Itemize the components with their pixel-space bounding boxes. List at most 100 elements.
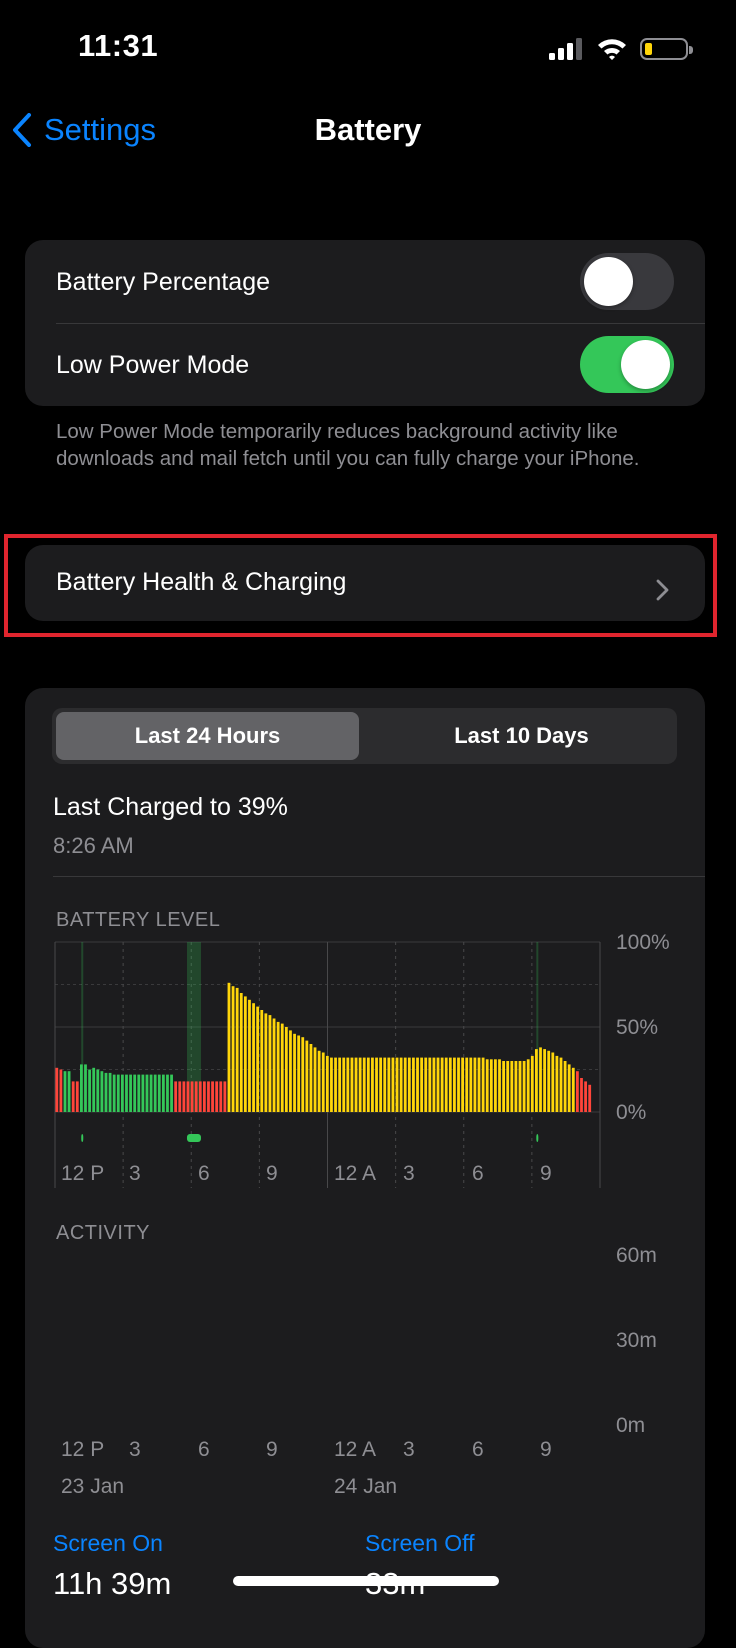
battery-level-bar bbox=[535, 1049, 538, 1112]
screen-on-label: Screen On bbox=[53, 1530, 163, 1556]
battery-level-bar bbox=[448, 1057, 452, 1112]
activity-x-tick: 9 bbox=[540, 1438, 552, 1461]
battery-level-bar bbox=[588, 1084, 592, 1112]
battery-level-bar bbox=[96, 1069, 100, 1112]
battery-level-bar bbox=[125, 1074, 128, 1112]
battery-level-bar bbox=[260, 1010, 264, 1112]
battery-level-bar bbox=[383, 1057, 387, 1112]
battery-level-bar bbox=[334, 1057, 337, 1112]
battery-level-bar bbox=[116, 1074, 120, 1112]
battery-level-bar bbox=[161, 1074, 165, 1112]
activity-x-tick: 3 bbox=[403, 1438, 415, 1461]
battery-level-bar bbox=[338, 1057, 342, 1112]
charging-marker bbox=[536, 1134, 539, 1142]
battery-level-bar bbox=[67, 1071, 71, 1112]
battery-level-bar bbox=[231, 986, 235, 1112]
battery-level-bar bbox=[79, 1064, 83, 1112]
battery-level-bar bbox=[412, 1057, 415, 1112]
battery-level-bar bbox=[576, 1071, 579, 1112]
activity-x-tick: 12 A bbox=[334, 1438, 377, 1461]
battery-level-bar bbox=[420, 1057, 424, 1112]
battery-level-bar bbox=[403, 1057, 407, 1112]
battery-level-bar bbox=[473, 1057, 477, 1112]
battery-level-bar bbox=[104, 1072, 108, 1112]
home-indicator bbox=[233, 1576, 499, 1586]
battery-level-bar bbox=[182, 1081, 186, 1112]
battery-level-bar bbox=[280, 1023, 284, 1112]
battery-y-label-0: 0% bbox=[616, 1101, 647, 1124]
battery-level-bar bbox=[547, 1050, 551, 1112]
battery-level-bar bbox=[580, 1078, 583, 1112]
battery-level-bar bbox=[366, 1057, 370, 1112]
activity-x-tick: 12 P bbox=[61, 1438, 105, 1461]
battery-level-bar bbox=[305, 1040, 309, 1112]
battery-level-bar bbox=[219, 1081, 223, 1112]
activity-date-label: 24 Jan bbox=[334, 1475, 398, 1498]
battery-level-bar bbox=[141, 1074, 145, 1112]
battery-level-bar bbox=[444, 1057, 448, 1112]
charging-marker bbox=[186, 1134, 201, 1142]
battery-y-label-50: 50% bbox=[616, 1016, 659, 1039]
battery-level-bar bbox=[202, 1081, 206, 1112]
battery-level-bar bbox=[71, 1081, 75, 1112]
battery-level-bar bbox=[63, 1071, 67, 1112]
battery-level-bar bbox=[198, 1081, 202, 1112]
battery-level-bar bbox=[453, 1057, 456, 1112]
screen-on-value: 11h 39m bbox=[53, 1566, 172, 1601]
battery-level-bar bbox=[223, 1081, 227, 1112]
battery-level-bar bbox=[84, 1064, 87, 1112]
battery-level-bar bbox=[506, 1061, 510, 1112]
battery-level-bar bbox=[272, 1018, 276, 1112]
battery-level-bar bbox=[563, 1061, 567, 1112]
battery-level-bar bbox=[186, 1081, 190, 1112]
battery-level-bar bbox=[149, 1074, 153, 1112]
battery-level-bar bbox=[375, 1057, 378, 1112]
battery-level-bar bbox=[342, 1057, 346, 1112]
battery-level-bar bbox=[358, 1057, 362, 1112]
battery-level-bar bbox=[227, 982, 231, 1112]
battery-level-bar bbox=[346, 1057, 350, 1112]
battery-level-bar bbox=[289, 1030, 292, 1112]
battery-level-bar bbox=[88, 1069, 91, 1112]
battery-level-bar bbox=[391, 1057, 395, 1112]
battery-level-bar bbox=[362, 1057, 366, 1112]
battery-level-bar bbox=[354, 1057, 358, 1112]
battery-level-bar bbox=[399, 1057, 403, 1112]
battery-level-bar bbox=[350, 1057, 354, 1112]
activity-date-label: 23 Jan bbox=[61, 1475, 125, 1498]
battery-level-bar bbox=[416, 1057, 419, 1112]
activity-x-tick: 6 bbox=[472, 1438, 484, 1461]
battery-level-bar bbox=[248, 999, 251, 1112]
battery-level-bar bbox=[510, 1061, 514, 1112]
battery-level-bar bbox=[498, 1059, 501, 1112]
battery-level-bar bbox=[407, 1057, 411, 1112]
battery-level-bar bbox=[120, 1074, 124, 1112]
battery-level-bar bbox=[571, 1067, 575, 1112]
battery-level-bar bbox=[387, 1057, 391, 1112]
battery-level-bar bbox=[211, 1081, 214, 1112]
battery-x-tick: 12 A bbox=[334, 1162, 377, 1185]
battery-level-bar bbox=[494, 1059, 497, 1112]
battery-level-bar bbox=[301, 1037, 305, 1112]
screen-off-label: Screen Off bbox=[365, 1530, 475, 1556]
battery-level-bar bbox=[539, 1047, 542, 1112]
battery-level-bar bbox=[243, 996, 247, 1112]
battery-level-bar bbox=[178, 1081, 182, 1112]
battery-level-bar bbox=[518, 1061, 522, 1112]
battery-x-tick: 3 bbox=[403, 1162, 415, 1185]
charging-marker bbox=[81, 1134, 84, 1142]
battery-level-bar bbox=[530, 1055, 534, 1112]
activity-x-tick: 3 bbox=[129, 1438, 141, 1461]
battery-level-bar bbox=[313, 1047, 317, 1112]
battery-level-bar bbox=[256, 1006, 260, 1112]
battery-level-bar bbox=[100, 1071, 104, 1112]
battery-level-bar bbox=[436, 1057, 440, 1112]
battery-level-bar bbox=[170, 1074, 173, 1112]
battery-level-bar bbox=[174, 1081, 178, 1112]
battery-level-bar bbox=[317, 1050, 321, 1112]
battery-level-bar bbox=[379, 1057, 383, 1112]
battery-level-bar bbox=[461, 1057, 465, 1112]
battery-level-bar bbox=[297, 1035, 301, 1112]
battery-level-bar bbox=[75, 1081, 79, 1112]
battery-level-bar bbox=[215, 1081, 219, 1112]
